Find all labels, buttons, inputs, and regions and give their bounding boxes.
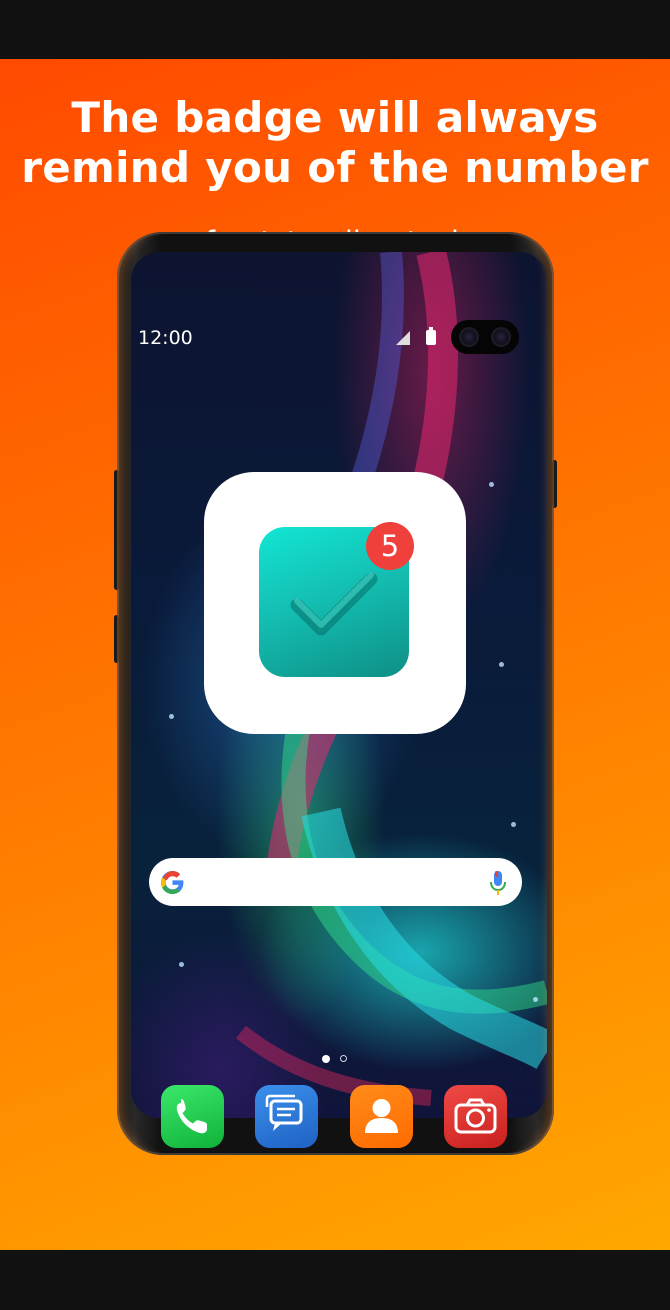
headline-line-2: remind you of the number bbox=[21, 143, 649, 192]
front-camera-cutout bbox=[451, 320, 519, 354]
camera-lens bbox=[461, 329, 477, 345]
wallpaper-sparkle bbox=[499, 662, 504, 667]
wallpaper-sparkle bbox=[179, 962, 184, 967]
wallpaper-sparkle bbox=[489, 482, 494, 487]
bixby-button bbox=[114, 615, 119, 663]
contacts-icon bbox=[365, 1099, 398, 1133]
status-time: 12:00 bbox=[138, 327, 193, 349]
dock-messages-app[interactable] bbox=[255, 1085, 318, 1148]
signal-icon bbox=[396, 331, 410, 345]
dock-camera-app[interactable] bbox=[444, 1085, 507, 1148]
volume-button bbox=[114, 470, 119, 590]
wallpaper-sparkle bbox=[511, 822, 516, 827]
wallpaper-sparkle bbox=[169, 714, 174, 719]
battery-icon bbox=[426, 327, 436, 345]
wallpaper-sparkle bbox=[533, 997, 538, 1002]
google-search-bar[interactable] bbox=[149, 858, 522, 906]
phone-icon bbox=[176, 1099, 207, 1134]
microphone-icon[interactable] bbox=[489, 870, 507, 896]
google-g-icon bbox=[161, 871, 184, 894]
page-indicator-active bbox=[322, 1055, 330, 1063]
messages-icon bbox=[265, 1094, 303, 1131]
camera-icon bbox=[454, 1098, 497, 1134]
dock-contacts-app[interactable] bbox=[350, 1085, 413, 1148]
headline-line-1: The badge will always bbox=[71, 93, 599, 142]
headline: The badge will always remind you of the … bbox=[0, 93, 670, 193]
notification-badge: 5 bbox=[366, 522, 414, 570]
page-indicator-inactive bbox=[340, 1055, 347, 1062]
camera-lens bbox=[493, 329, 509, 345]
power-button bbox=[552, 460, 557, 508]
dock-phone-app[interactable] bbox=[161, 1085, 224, 1148]
